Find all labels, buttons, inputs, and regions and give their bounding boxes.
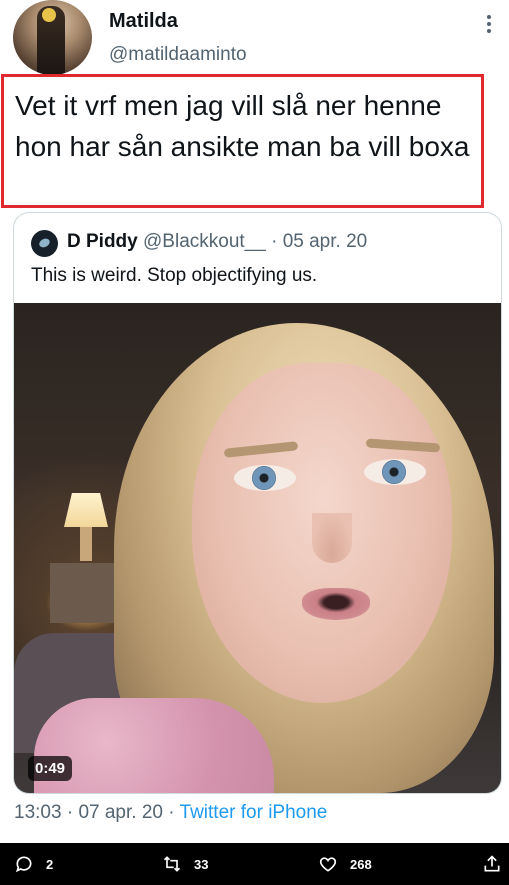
- mouth: [302, 588, 370, 620]
- video-player[interactable]: 0:49: [14, 303, 501, 793]
- author-name[interactable]: Matilda: [109, 10, 178, 33]
- timestamp-separator-2: ·: [168, 802, 175, 823]
- share-icon: [484, 855, 500, 872]
- left-eye: [234, 465, 296, 491]
- right-eye: [364, 459, 426, 485]
- author-avatar[interactable]: [13, 0, 92, 75]
- retweet-icon: [163, 856, 181, 872]
- quoted-tweet-text: This is weird. Stop objectifying us.: [31, 265, 318, 286]
- avatar-face-emoji: [42, 8, 56, 22]
- like-count: 268: [350, 856, 372, 872]
- quoted-tweet-header: D Piddy @Blackkout__ · 05 apr. 20: [67, 231, 367, 253]
- highlighted-tweet-text: Vet it vrf men jag vill slå ner henne ho…: [1, 74, 484, 208]
- action-bar: 2 33 268: [0, 843, 509, 885]
- quoted-tweet-date[interactable]: 05 apr. 20: [283, 231, 368, 252]
- nose: [312, 513, 352, 563]
- lamp-shade: [64, 493, 108, 527]
- tweet-text: Vet it vrf men jag vill slå ner henne ho…: [15, 90, 470, 162]
- share-button[interactable]: [482, 843, 509, 885]
- author-handle[interactable]: @matildaaminto: [109, 44, 247, 66]
- like-button[interactable]: 268: [318, 843, 372, 885]
- reply-button[interactable]: 2: [14, 843, 53, 885]
- shirt: [34, 698, 274, 793]
- tweet-timestamp: 13:03 · 07 apr. 20 · Twitter for iPhone: [14, 802, 327, 824]
- quoted-author-handle[interactable]: @Blackkout__: [143, 231, 266, 252]
- lamp-base: [80, 527, 92, 561]
- tweet-client-link[interactable]: Twitter for iPhone: [180, 802, 328, 823]
- reply-icon: [15, 856, 32, 873]
- tweet-time[interactable]: 13:03: [14, 802, 62, 823]
- quoted-author-avatar[interactable]: [31, 230, 58, 257]
- retweet-button[interactable]: 33: [162, 843, 208, 885]
- header-separator: ·: [271, 231, 278, 252]
- tweet-date[interactable]: 07 apr. 20: [78, 802, 163, 823]
- quoted-tweet-card[interactable]: D Piddy @Blackkout__ · 05 apr. 20 This i…: [13, 212, 502, 794]
- video-duration-badge: 0:49: [28, 756, 73, 781]
- more-options-icon[interactable]: [481, 12, 497, 36]
- reply-count: 2: [46, 856, 54, 872]
- retweet-count: 33: [194, 856, 209, 872]
- heart-icon: [319, 857, 337, 872]
- timestamp-separator-1: ·: [66, 802, 74, 823]
- bedside-table: [50, 563, 122, 623]
- quoted-author-name[interactable]: D Piddy: [67, 231, 138, 252]
